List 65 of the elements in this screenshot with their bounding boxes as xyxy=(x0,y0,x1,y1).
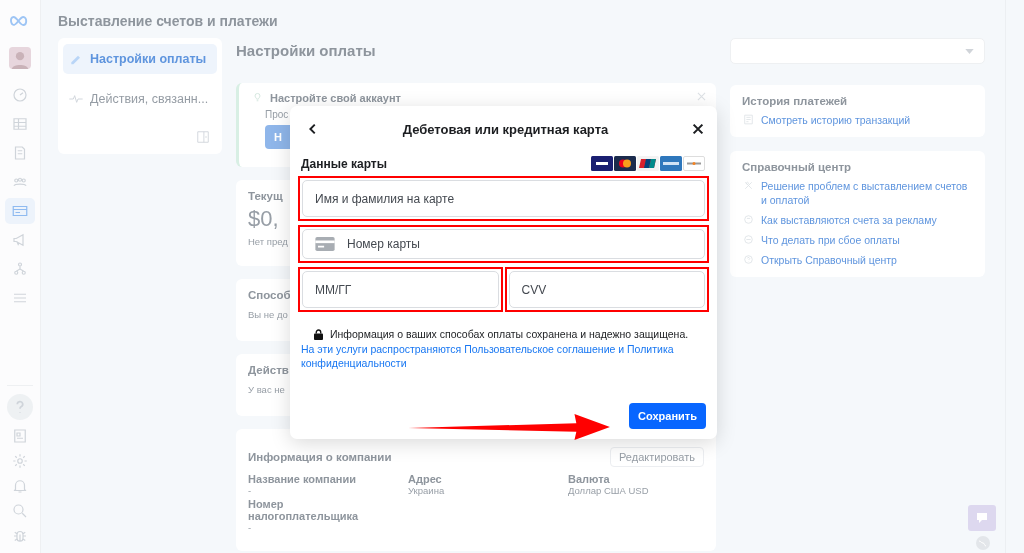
field-label: Адрес xyxy=(408,473,443,485)
history-link[interactable]: Смотреть историю транзакций xyxy=(761,113,911,127)
help-link[interactable]: Как выставляются счета за рекламу xyxy=(761,213,937,227)
collapse-icon[interactable] xyxy=(196,130,210,144)
credit-card-icon xyxy=(315,237,335,251)
contact-card-icon[interactable] xyxy=(11,427,29,445)
search-icon[interactable] xyxy=(11,502,29,520)
input-field[interactable]: ММ/ГГ xyxy=(302,271,499,308)
lock-icon xyxy=(314,328,323,340)
terms-link[interactable]: На эти услуги распространяются Пользовательское соглашение и Политика конфиденциальности xyxy=(301,342,709,370)
tools-icon xyxy=(742,179,755,192)
security-note: Информация о ваших способах оплаты сохранена и надежно защищена. xyxy=(330,328,689,340)
field-label: Номер налогоплательщика xyxy=(248,498,360,522)
dialog-title: Дебетовая или кредитная карта xyxy=(402,121,609,137)
field-value: - xyxy=(248,522,253,533)
card-title: Текущ xyxy=(248,190,283,202)
close-icon[interactable] xyxy=(691,122,705,136)
edit-button[interactable]: Редактировать xyxy=(610,447,704,467)
rail-item[interactable] xyxy=(5,198,35,224)
nav-item[interactable]: Действия, связанн... xyxy=(63,84,217,114)
field-value: - xyxy=(248,485,253,496)
card-brand-icon xyxy=(591,156,613,171)
help-link[interactable]: Что делать при сбое оплаты xyxy=(761,233,900,247)
card-brand-icon xyxy=(683,156,705,171)
card-brand-icon xyxy=(660,156,682,171)
field-value: Украина xyxy=(408,485,446,496)
card-brand-icon xyxy=(614,156,636,171)
banner-text: Проc xyxy=(265,109,289,120)
card-title: Справочный центр xyxy=(742,161,853,173)
field-label: Название компании xyxy=(248,473,357,485)
section-heading: Данные карты xyxy=(301,156,387,171)
help-icon xyxy=(742,253,755,266)
network-icon xyxy=(11,260,29,278)
field-value: Доллар США USD xyxy=(568,485,650,496)
chat-button[interactable] xyxy=(968,505,996,531)
card-note: У вас не xyxy=(248,384,285,395)
card-title: История платежей xyxy=(742,95,849,107)
amount: $0, xyxy=(248,206,279,232)
help-icon[interactable] xyxy=(7,394,33,420)
receipt-icon xyxy=(742,113,755,126)
lightbulb-icon xyxy=(251,91,264,104)
input-field[interactable]: CVV xyxy=(508,271,705,308)
gauge-icon xyxy=(11,86,29,104)
input-field[interactable]: Номер карты xyxy=(302,229,705,259)
company-title: Информация о компании xyxy=(248,451,392,463)
card-title: Действ xyxy=(248,364,289,376)
account-dropdown[interactable] xyxy=(730,38,985,64)
bell-icon[interactable] xyxy=(11,477,29,495)
help-link[interactable]: Решение проблем с выставлением счетов и оплатой xyxy=(761,179,973,207)
avatar[interactable] xyxy=(9,47,31,69)
input-field[interactable]: Имя и фамилия на карте xyxy=(302,180,705,217)
card-note: Нет пред xyxy=(248,236,288,247)
table-icon xyxy=(11,115,29,133)
save-button[interactable]: Сохранить xyxy=(629,403,706,429)
page-title: Выставление счетов и платежи xyxy=(58,13,279,29)
help-link[interactable]: Открыть Справочный центр xyxy=(761,253,897,267)
field-label: Валюта xyxy=(568,473,611,485)
card-title: Способ xyxy=(248,289,291,301)
section-title: Настройки оплаты xyxy=(236,41,377,61)
card-note: Вы не до xyxy=(248,309,288,320)
settings-icon[interactable] xyxy=(11,452,29,470)
card-brand-icon xyxy=(637,156,659,171)
banner-title: Настройте свой аккаунт xyxy=(270,91,401,104)
caret-icon xyxy=(965,48,974,54)
nav-item[interactable]: Настройки оплаты xyxy=(63,44,217,74)
